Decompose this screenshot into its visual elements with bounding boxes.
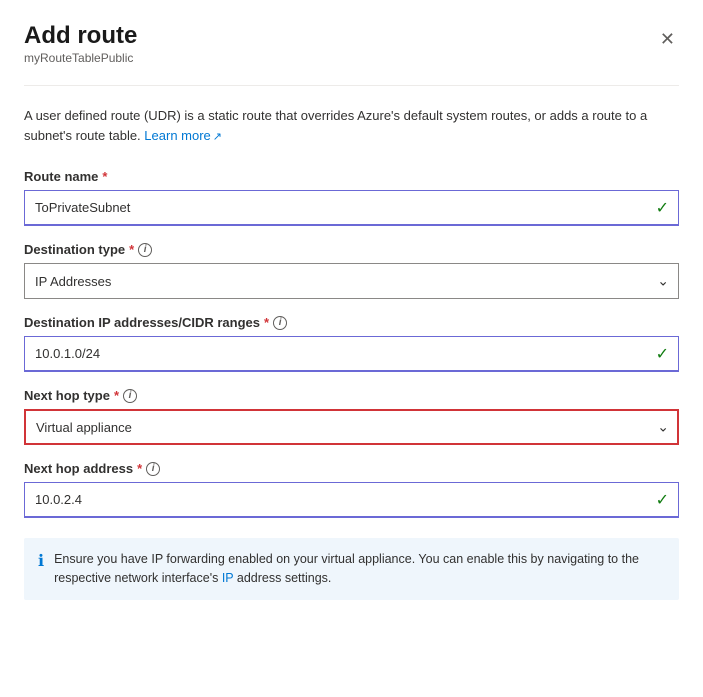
- route-name-label: Route name *: [24, 169, 679, 184]
- info-box-icon: ℹ: [38, 551, 44, 571]
- required-star-5: *: [137, 461, 142, 476]
- destination-type-input[interactable]: [24, 263, 679, 299]
- panel-subtitle: myRouteTablePublic: [24, 51, 137, 65]
- required-star-4: *: [114, 388, 119, 403]
- add-route-panel: Add route myRouteTablePublic ✕ A user de…: [0, 0, 703, 697]
- info-box-text: Ensure you have IP forwarding enabled on…: [54, 550, 665, 588]
- panel-header: Add route myRouteTablePublic ✕: [24, 20, 679, 79]
- panel-title: Add route: [24, 20, 137, 51]
- route-name-group: Route name * ✓: [24, 169, 679, 226]
- required-star: *: [102, 169, 107, 184]
- destination-ip-wrapper: ✓: [24, 336, 679, 372]
- destination-ip-label: Destination IP addresses/CIDR ranges * i: [24, 315, 679, 330]
- destination-type-info-icon[interactable]: i: [138, 243, 152, 257]
- close-button[interactable]: ✕: [656, 26, 679, 52]
- description-text: A user defined route (UDR) is a static r…: [24, 106, 679, 145]
- next-hop-type-wrapper: ⌄: [24, 409, 679, 445]
- destination-ip-group: Destination IP addresses/CIDR ranges * i…: [24, 315, 679, 372]
- learn-more-link[interactable]: Learn more↗: [144, 128, 222, 143]
- route-name-wrapper: ✓: [24, 190, 679, 226]
- destination-ip-info-icon[interactable]: i: [273, 316, 287, 330]
- destination-type-group: Destination type * i ⌄: [24, 242, 679, 299]
- next-hop-type-input[interactable]: [24, 409, 679, 445]
- destination-ip-input[interactable]: [24, 336, 679, 372]
- next-hop-address-wrapper: ✓: [24, 482, 679, 518]
- destination-type-label: Destination type * i: [24, 242, 679, 257]
- destination-type-wrapper: ⌄: [24, 263, 679, 299]
- next-hop-address-info-icon[interactable]: i: [146, 462, 160, 476]
- next-hop-type-info-icon[interactable]: i: [123, 389, 137, 403]
- next-hop-type-group: Next hop type * i ⌄: [24, 388, 679, 445]
- info-box: ℹ Ensure you have IP forwarding enabled …: [24, 538, 679, 600]
- required-star-3: *: [264, 315, 269, 330]
- next-hop-address-input[interactable]: [24, 482, 679, 518]
- next-hop-type-label: Next hop type * i: [24, 388, 679, 403]
- next-hop-address-label: Next hop address * i: [24, 461, 679, 476]
- required-star-2: *: [129, 242, 134, 257]
- close-icon: ✕: [660, 30, 675, 48]
- route-name-input[interactable]: [24, 190, 679, 226]
- header-divider: [24, 85, 679, 86]
- next-hop-address-group: Next hop address * i ✓: [24, 461, 679, 518]
- ip-link[interactable]: IP: [222, 571, 237, 585]
- external-link-icon: ↗: [213, 131, 222, 143]
- panel-title-group: Add route myRouteTablePublic: [24, 20, 137, 79]
